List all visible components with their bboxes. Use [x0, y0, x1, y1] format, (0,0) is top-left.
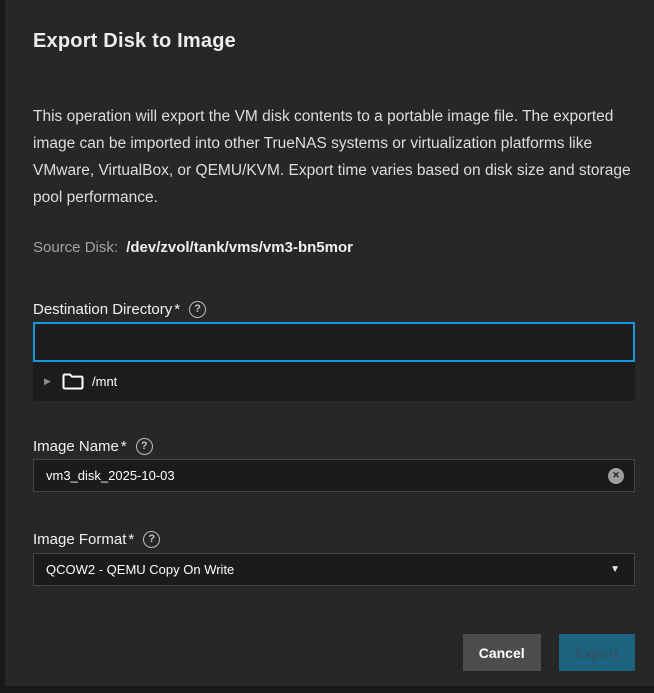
cancel-button[interactable]: Cancel [463, 634, 541, 671]
image-name-label: Image Name [33, 438, 119, 455]
source-disk-value: /dev/zvol/tank/vms/vm3-bn5mor [126, 239, 353, 256]
help-icon[interactable]: ? [143, 531, 160, 548]
help-icon[interactable]: ? [136, 438, 153, 455]
folder-icon [62, 373, 84, 390]
help-icon[interactable]: ? [189, 301, 206, 318]
tree-item-label: /mnt [92, 374, 117, 389]
export-button[interactable]: Export [559, 634, 635, 671]
directory-tree: ▶ /mnt [33, 362, 635, 401]
required-asterisk: * [128, 531, 134, 548]
source-disk-line: Source Disk: /dev/zvol/tank/vms/vm3-bn5m… [33, 239, 635, 257]
chevron-down-icon: ▼ [610, 565, 620, 575]
source-disk-label: Source Disk: [33, 239, 118, 256]
image-format-selected-value: QCOW2 - QEMU Copy On Write [46, 562, 234, 577]
export-disk-dialog: Export Disk to Image This operation will… [5, 0, 654, 686]
image-format-field: Image Format* ? QCOW2 - QEMU Copy On Wri… [33, 529, 635, 586]
destination-directory-label: Destination Directory [33, 301, 172, 318]
dialog-description: This operation will export the VM disk c… [33, 103, 635, 211]
destination-directory-field: Destination Directory* ? ▶ /mnt [33, 299, 635, 401]
image-format-label-row: Image Format* ? [33, 529, 635, 549]
image-name-input-wrap: ✕ [33, 459, 635, 492]
destination-directory-label-row: Destination Directory* ? [33, 299, 635, 319]
expander-collapsed-icon[interactable]: ▶ [44, 377, 58, 386]
image-name-input[interactable] [33, 459, 635, 492]
page-title: Export Disk to Image [33, 30, 635, 53]
image-format-select[interactable]: QCOW2 - QEMU Copy On Write ▼ [33, 553, 635, 586]
image-format-label: Image Format [33, 531, 126, 548]
destination-directory-input[interactable] [33, 322, 635, 362]
dialog-actions: Cancel Export [33, 634, 635, 671]
tree-row-mnt[interactable]: ▶ /mnt [33, 369, 635, 395]
clear-input-icon[interactable]: ✕ [608, 468, 624, 484]
image-name-label-row: Image Name* ? [33, 436, 635, 456]
required-asterisk: * [121, 438, 127, 455]
required-asterisk: * [174, 301, 180, 318]
image-name-field: Image Name* ? ✕ [33, 436, 635, 492]
